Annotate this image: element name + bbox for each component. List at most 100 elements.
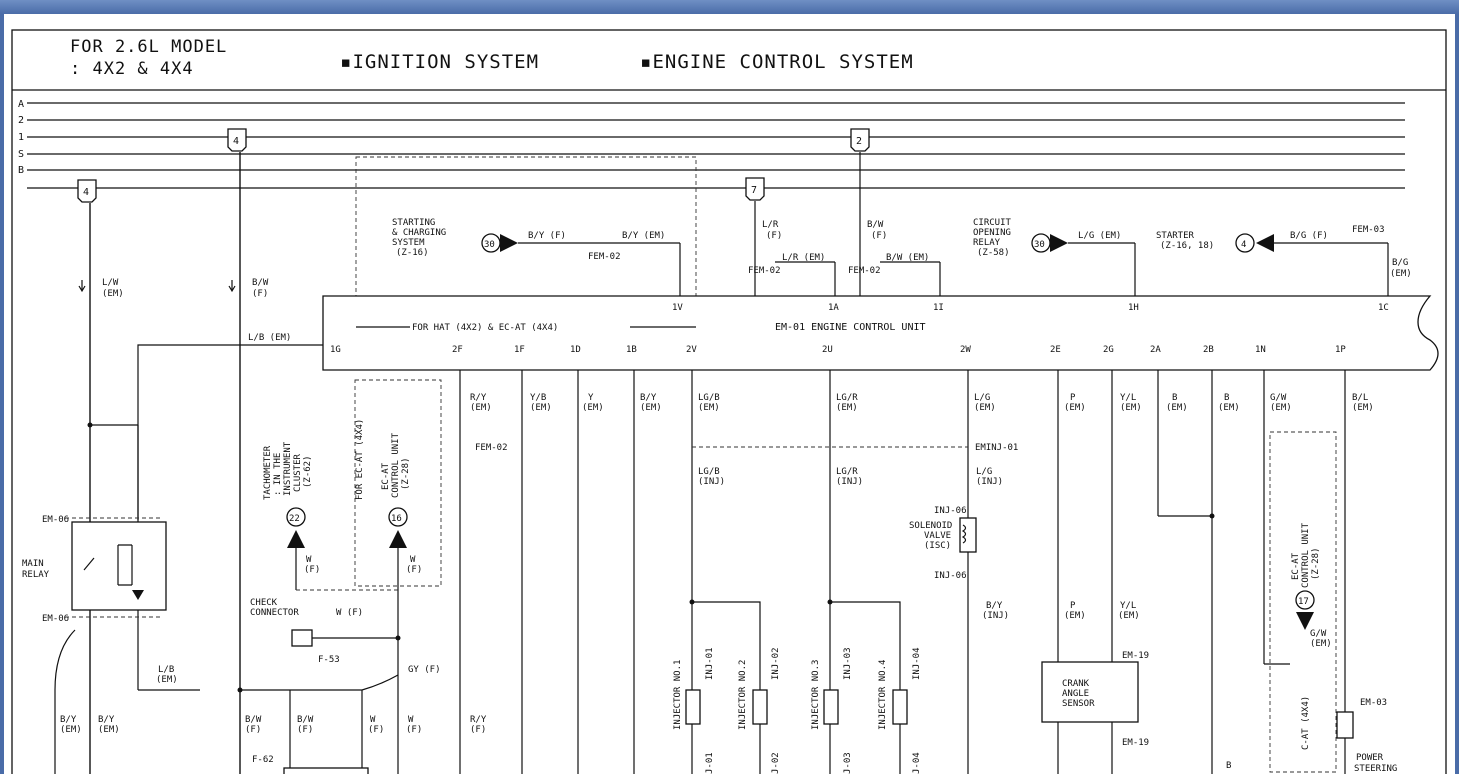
label-lw-2: (EM) [102, 289, 124, 299]
starting-label-4: (Z-16) [396, 248, 429, 258]
pin-2v: 2V [686, 345, 697, 355]
svg-text:Y/L: Y/L [1120, 393, 1136, 403]
label-lg-em: L/G (EM) [1078, 231, 1121, 241]
junction-dot [237, 687, 243, 693]
label-gy: GY (F) [408, 665, 441, 675]
conn-em06-bottom: EM-06 [42, 614, 69, 624]
label-by-em: B/Y (EM) [622, 231, 665, 241]
label-bw-low-2b: (F) [297, 725, 313, 735]
conn-f62: F-62 [252, 755, 274, 765]
conn-eminj01: EMINJ-01 [975, 443, 1018, 453]
solenoid-valve-icon [959, 517, 977, 553]
junction-dot [87, 422, 93, 428]
label-bg-f: B/G (F) [1290, 231, 1328, 241]
svg-text:G/W: G/W [1270, 393, 1287, 403]
label-by-inj: B/Y [986, 601, 1003, 611]
wiring-diagram: FOR 2.6L MODEL : 4X2 & 4X4 ▪IGNITION SYS… [11, 29, 1447, 774]
svg-text:J-03: J-03 [843, 752, 853, 774]
label-lw: L/W [102, 278, 119, 288]
pin-1a: 1A [828, 303, 839, 313]
fuse-tag-left: 4 [77, 179, 97, 203]
fuse-tag-rail1: 4 [227, 128, 247, 152]
label-lb-em: L/B (EM) [248, 333, 291, 343]
svg-text:LG/B: LG/B [698, 467, 720, 477]
tacho-label-5: (Z-62) [303, 455, 313, 488]
fuse-tag-2: 2 [850, 128, 870, 152]
cor-label-2: OPENING [973, 228, 1011, 238]
svg-text:B/L: B/L [1352, 393, 1368, 403]
tacho-label-1: TACHOMETER [263, 445, 273, 500]
ecat-label-2: CONTROL UNIT [391, 432, 401, 498]
pin-2e: 2E [1050, 345, 1061, 355]
label-by-em-1b: (EM) [60, 725, 82, 735]
svg-text:LG/B: LG/B [698, 393, 720, 403]
conn-em19-top: EM-19 [1122, 651, 1149, 661]
cor-label-4: (Z-58) [977, 248, 1010, 258]
solenoid-label-3: (ISC) [924, 541, 951, 551]
ref-30: 30 [484, 240, 495, 250]
label-gw-2: (EM) [1310, 639, 1332, 649]
label-by-em-2: B/Y [98, 715, 115, 725]
cor-label-3: RELAY [973, 238, 1001, 248]
fuse-tag-7: 7 [745, 177, 765, 201]
pin-1i: 1I [933, 303, 944, 313]
svg-text:INJECTOR NO.2: INJECTOR NO.2 [738, 660, 748, 730]
check-connector-icon [291, 629, 313, 647]
label-by-f: B/Y (F) [528, 231, 566, 241]
model-title-line1: FOR 2.6L MODEL [70, 37, 227, 57]
ps-label-2: STEERING [1354, 764, 1397, 774]
conn-inj06-top: INJ-06 [934, 506, 967, 516]
conn-em03: EM-03 [1360, 698, 1387, 708]
svg-text:B/Y: B/Y [640, 393, 657, 403]
starter-label-1: STARTER [1156, 231, 1195, 241]
junction-dot [689, 599, 695, 605]
conn-fem02-b: FEM-02 [848, 266, 881, 276]
pin-1g: 1G [330, 345, 341, 355]
label-bg-em: B/G [1392, 258, 1408, 268]
rail-label-2: 2 [18, 115, 24, 126]
ps-label-1: POWER [1356, 753, 1384, 763]
solenoid-label-1: SOLENOID [909, 521, 952, 531]
tacho-label-3: INSTRUMENT [283, 441, 293, 496]
svg-text:LG/R: LG/R [836, 393, 858, 403]
ecat-label-3: (Z-28) [401, 457, 411, 490]
svg-text:INJECTOR NO.3: INJECTOR NO.3 [811, 660, 821, 730]
rail-label-1: 1 [18, 132, 24, 143]
label-w-low-2: W [408, 715, 414, 725]
label-bg-em-2: (EM) [1390, 269, 1412, 279]
conn-fem02-c: FEM-02 [588, 252, 621, 262]
starting-label-2: & CHARGING [392, 228, 446, 238]
svg-text:B: B [1172, 393, 1177, 403]
engine-control-system-title: ▪ENGINE CONTROL SYSTEM [640, 51, 914, 73]
injector-2-icon [752, 689, 768, 725]
junction-dot [827, 599, 833, 605]
ref-17: 17 [1298, 597, 1309, 607]
pin-1d: 1D [570, 345, 581, 355]
label-w-1: W [306, 555, 312, 565]
svg-text:4: 4 [233, 136, 239, 147]
label-bw-2: (F) [252, 289, 268, 299]
label-bw-low-1: B/W [245, 715, 262, 725]
svg-text:J-04: J-04 [912, 752, 922, 774]
pin-1c: 1C [1378, 303, 1389, 313]
label-by-em-1: B/Y [60, 715, 77, 725]
ref-30b: 30 [1034, 240, 1045, 250]
conn-inj06-bottom: INJ-06 [934, 571, 967, 581]
svg-text:L/G: L/G [974, 393, 990, 403]
pin-2b: 2B [1203, 345, 1214, 355]
pin-1v: 1V [672, 303, 683, 313]
svg-text:(EM): (EM) [1270, 403, 1292, 413]
svg-text:4: 4 [83, 187, 89, 198]
conn-fem02-d: FEM-02 [475, 443, 508, 453]
label-ry-f-2: (F) [470, 725, 486, 735]
label-b-low: B [1226, 761, 1231, 771]
ref-16: 16 [391, 514, 402, 524]
pin-2w: 2W [960, 345, 971, 355]
ecat-note2: C-AT (4X4) [1301, 696, 1311, 750]
crank-label-1: CRANK [1062, 679, 1090, 689]
label-lb: L/B [158, 665, 174, 675]
ecat-label-1: EC-AT [381, 462, 391, 490]
solenoid-label-2: VALVE [924, 531, 951, 541]
rail-label-s: S [18, 149, 24, 160]
tacho-label-4: CLUSTER [293, 453, 303, 492]
